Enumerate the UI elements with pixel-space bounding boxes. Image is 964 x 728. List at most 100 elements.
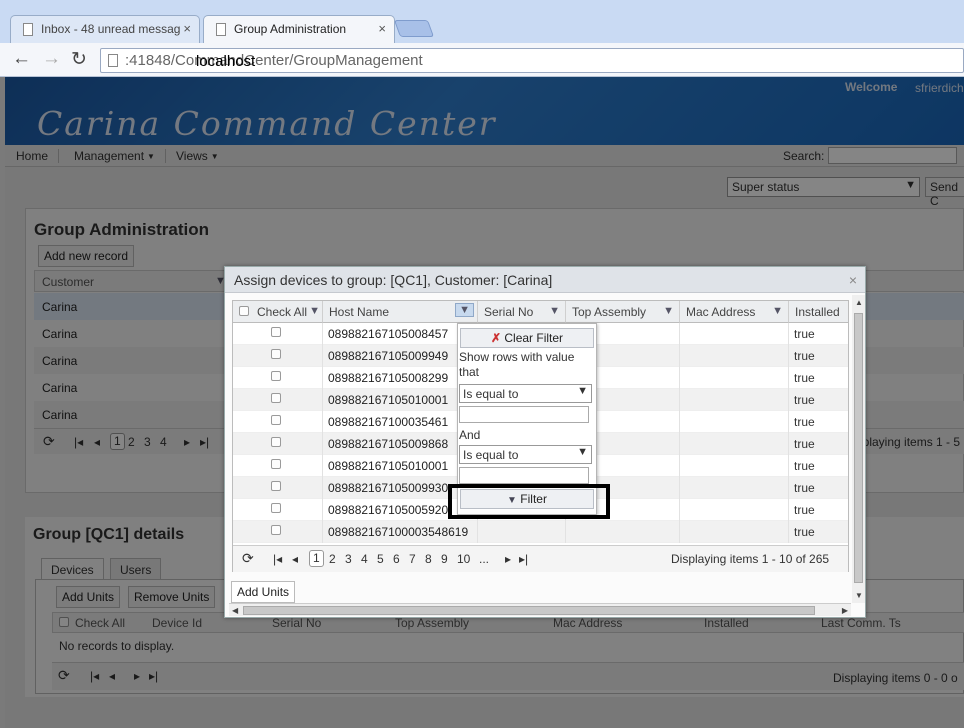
vertical-scrollbar[interactable]: ▲ ▼ — [852, 295, 865, 603]
filter-value-2[interactable] — [459, 467, 589, 484]
col-host-name[interactable]: Host Name ▼ — [323, 301, 478, 323]
reload-icon[interactable]: ↻ — [71, 48, 87, 71]
row-checkbox[interactable] — [271, 327, 281, 337]
row-checkbox[interactable] — [271, 481, 281, 491]
table-row[interactable]: 089882167100003548619 true — [233, 521, 848, 543]
installed-cell: true — [794, 437, 815, 451]
host-name-cell: 089882167105008299 — [328, 371, 449, 385]
filter-icon[interactable]: ▼ — [309, 305, 320, 317]
new-tab-button[interactable] — [393, 20, 435, 37]
col-serial-no-label: Serial No — [484, 305, 534, 319]
dropdown-arrow-icon: ▼ — [577, 446, 588, 458]
host-name-cell: 089882167105009949 — [328, 349, 449, 363]
clear-filter-icon: ✗ — [490, 331, 502, 345]
address-bar[interactable]: localhost:41848/CommandCenter/GroupManag… — [100, 48, 964, 73]
next-page-icon[interactable]: ▸ — [505, 552, 511, 566]
row-checkbox[interactable] — [271, 503, 281, 513]
row-checkbox[interactable] — [271, 371, 281, 381]
page-icon — [216, 23, 226, 36]
installed-cell: true — [794, 393, 815, 407]
dialog-title: Assign devices to group: [QC1], Customer… — [234, 272, 553, 288]
col-serial-no[interactable]: Serial No ▼ — [478, 301, 566, 323]
filter-operator-1-value: Is equal to — [463, 387, 519, 401]
host-name-cell: 089882167105010001 — [328, 393, 449, 407]
host-name-cell: 089882167105005920 — [328, 503, 449, 517]
scrollbar-thumb[interactable] — [243, 606, 815, 615]
filter-icon[interactable]: ▼ — [455, 303, 474, 317]
scroll-right-icon[interactable]: ▶ — [842, 606, 848, 615]
add-units-button[interactable]: Add Units — [231, 581, 296, 603]
tab-inbox-label: Inbox - 48 unread messag — [41, 22, 181, 36]
col-check-all[interactable]: Check All ▼ — [233, 301, 323, 323]
highlight-box — [448, 484, 610, 519]
tab-close-icon[interactable]: × — [183, 21, 191, 36]
row-checkbox[interactable] — [271, 437, 281, 447]
back-icon[interactable]: ← — [12, 48, 31, 70]
last-page-icon[interactable]: ▸| — [519, 552, 528, 566]
host-name-cell: 089882167105010001 — [328, 459, 449, 473]
page-8[interactable]: 8 — [425, 552, 432, 566]
installed-cell: true — [794, 459, 815, 473]
row-checkbox[interactable] — [271, 525, 281, 535]
host-name-cell: 089882167100035461 — [328, 415, 449, 429]
col-mac-address-label: Mac Address — [686, 305, 756, 319]
col-top-assembly[interactable]: Top Assembly ▼ — [566, 301, 680, 323]
page-10[interactable]: 10 — [457, 552, 470, 566]
col-mac-address[interactable]: Mac Address ▼ — [680, 301, 789, 323]
clear-filter-button[interactable]: ✗ Clear Filter — [460, 328, 594, 348]
filter-operator-2-value: Is equal to — [463, 448, 519, 462]
filter-operator-2[interactable]: Is equal to ▼ — [459, 445, 592, 464]
installed-cell: true — [794, 415, 815, 429]
scroll-left-icon[interactable]: ◀ — [232, 606, 238, 615]
page-7[interactable]: 7 — [409, 552, 416, 566]
page-1[interactable]: 1 — [309, 550, 324, 567]
filter-icon[interactable]: ▼ — [549, 305, 560, 317]
scroll-down-icon[interactable]: ▼ — [855, 591, 863, 600]
page-9[interactable]: 9 — [441, 552, 448, 566]
page-icon — [108, 54, 118, 67]
row-checkbox[interactable] — [271, 459, 281, 469]
page-more[interactable]: ... — [479, 552, 489, 566]
tab-group-administration[interactable]: Group Administration × — [203, 15, 395, 43]
row-checkbox[interactable] — [271, 349, 281, 359]
page-5[interactable]: 5 — [377, 552, 384, 566]
page-2[interactable]: 2 — [329, 552, 336, 566]
page-3[interactable]: 3 — [345, 552, 352, 566]
col-top-assembly-label: Top Assembly — [572, 305, 647, 319]
dropdown-arrow-icon: ▼ — [577, 385, 588, 397]
tab-group-admin-label: Group Administration — [234, 22, 347, 36]
page-4[interactable]: 4 — [361, 552, 368, 566]
first-page-icon[interactable]: |◂ — [273, 552, 282, 566]
scrollbar-thumb[interactable] — [854, 313, 863, 583]
host-name-cell: 089882167105009930 — [328, 481, 449, 495]
forward-icon[interactable]: → — [42, 48, 61, 70]
col-check-all-label: Check All — [257, 305, 308, 319]
horizontal-scrollbar[interactable]: ◀ ▶ — [229, 603, 851, 616]
browser-chrome: Inbox - 48 unread messag × Group Adminis… — [0, 0, 964, 77]
tab-close-icon[interactable]: × — [378, 21, 386, 36]
filter-operator-1[interactable]: Is equal to ▼ — [459, 384, 592, 403]
dialog-grid-pager: ⟳ |◂ ◂ 1 2 3 4 5 6 7 8 9 10 ... ▸ ▸| Dis… — [233, 545, 848, 572]
refresh-icon[interactable]: ⟳ — [242, 550, 254, 567]
prev-page-icon[interactable]: ◂ — [292, 552, 298, 566]
installed-cell: true — [794, 327, 815, 341]
host-name-cell: 089882167100003548619 — [328, 525, 469, 539]
filter-icon[interactable]: ▼ — [772, 305, 783, 317]
check-all-checkbox[interactable] — [239, 306, 249, 316]
page-6[interactable]: 6 — [393, 552, 400, 566]
close-icon[interactable]: × — [849, 272, 857, 288]
browser-toolbar: ← → ↻ localhost:41848/CommandCenter/Grou… — [0, 43, 964, 77]
filter-icon[interactable]: ▼ — [663, 305, 674, 317]
installed-cell: true — [794, 503, 815, 517]
host-name-cell: 089882167105008457 — [328, 327, 449, 341]
scroll-up-icon[interactable]: ▲ — [855, 298, 863, 307]
url-host: localhost — [196, 53, 256, 70]
installed-cell: true — [794, 371, 815, 385]
row-checkbox[interactable] — [271, 393, 281, 403]
col-installed-label: Installed — [795, 305, 840, 319]
col-installed[interactable]: Installed — [789, 301, 848, 323]
tab-inbox[interactable]: Inbox - 48 unread messag × — [10, 15, 200, 43]
filter-value-1[interactable] — [459, 406, 589, 423]
row-checkbox[interactable] — [271, 415, 281, 425]
filter-and-label: And — [459, 428, 481, 442]
